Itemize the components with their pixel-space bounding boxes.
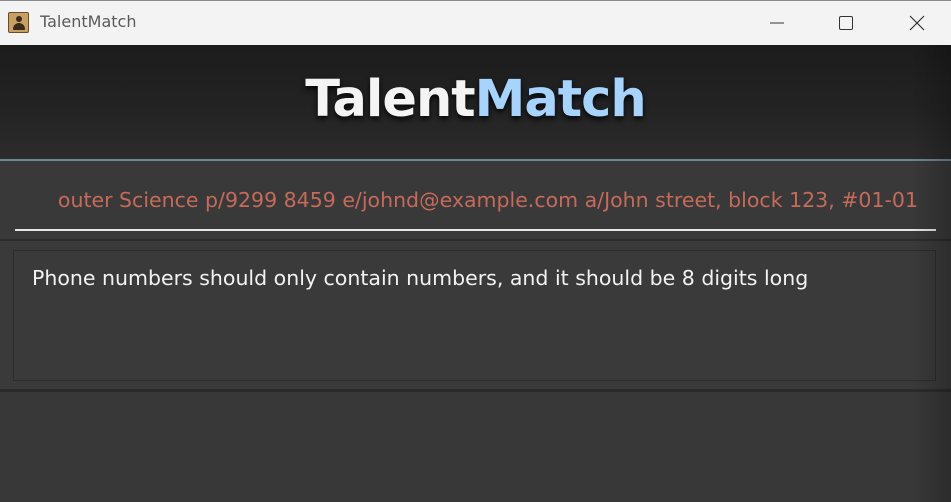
result-message: Phone numbers should only contain number…: [32, 266, 809, 290]
command-input[interactable]: outer Science p/9299 8459 e/johnd@exampl…: [15, 169, 936, 231]
list-pane: [0, 392, 951, 502]
maximize-icon: [839, 16, 853, 30]
window-titlebar: TalentMatch: [0, 0, 951, 45]
minimize-button[interactable]: [754, 1, 800, 46]
close-button[interactable]: [894, 1, 940, 46]
result-display[interactable]: Phone numbers should only contain number…: [13, 250, 936, 381]
app-title: TalentMatch: [0, 70, 951, 129]
window-title: TalentMatch: [40, 12, 137, 31]
command-input-value: outer Science p/9299 8459 e/johnd@exampl…: [57, 188, 918, 212]
close-icon: [909, 15, 925, 31]
maximize-button[interactable]: [823, 1, 869, 46]
minimize-icon: [770, 22, 784, 24]
app-title-part1: Talent: [305, 70, 475, 129]
address-book-icon: [8, 12, 29, 33]
app-title-part2: Match: [474, 70, 647, 129]
